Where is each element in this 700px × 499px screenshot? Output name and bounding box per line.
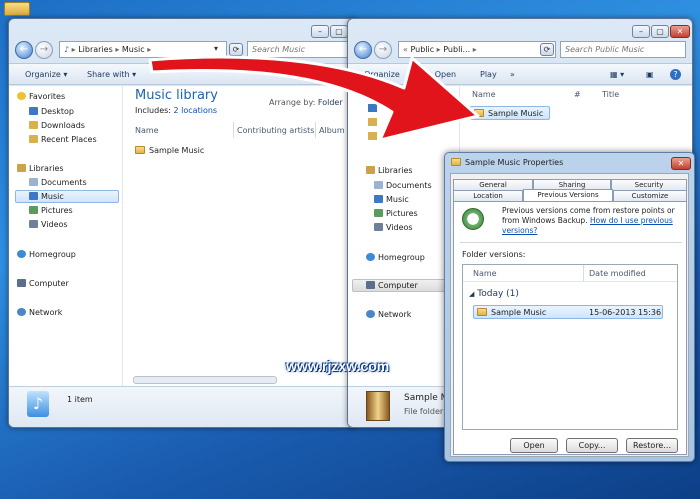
red-arrow-annotation [148, 55, 480, 142]
watermark-text: www.rjzxw.com [286, 358, 390, 374]
